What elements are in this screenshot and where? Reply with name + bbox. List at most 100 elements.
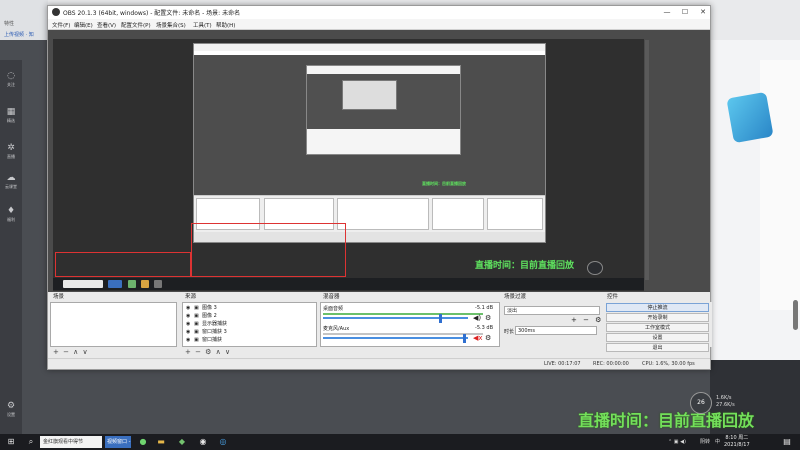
selection-box-center[interactable] xyxy=(191,223,346,277)
obs-window: OBS 20.1.3 (64bit, windows) - 配置文件: 未命名 … xyxy=(47,5,712,370)
window-title: OBS 20.1.3 (64bit, windows) - 配置文件: 未命名 … xyxy=(63,10,241,17)
volume-slider-handle[interactable] xyxy=(463,334,466,343)
background-app-rail: ◌ 关注 ▦ 精选 ✲ 直播 ☁ 云课堂 ♦ 福利 ⚙ 设置 xyxy=(0,60,22,435)
eye-icon[interactable]: ◉ xyxy=(186,336,194,344)
settings-icon: ⚙ xyxy=(6,401,16,411)
chat-app-icon[interactable]: ◆ xyxy=(177,437,187,447)
lock-icon[interactable]: ▣ xyxy=(194,336,202,344)
studio-mode-button[interactable]: 工作室模式 xyxy=(606,323,709,332)
scenes-list[interactable] xyxy=(50,302,177,347)
taskbar-search-box[interactable]: 金红旗观看中得节 xyxy=(40,436,102,448)
mixer-track-desktop: 桌面音频 -5.1 dB ◀) ⚙ xyxy=(323,305,499,327)
volume-slider-handle[interactable] xyxy=(439,314,442,323)
nested-mixer-dock xyxy=(337,198,429,230)
exit-button[interactable]: 退出 xyxy=(606,343,709,352)
sources-dock: 来源 ◉ ▣ 图像 3 ◉ ▣ 图像 2 ◉ ▣ 显示器捕获 ◉ ▣ 窗口捕获 3 ◉ ▣ 窗口捕获… xyxy=(182,292,317,358)
background-app-link[interactable]: 上传视频 · 知 xyxy=(4,31,34,38)
scenes-toolbar[interactable]: + − ∧ ∨ xyxy=(53,348,89,356)
stop-streaming-button[interactable]: 停止推流 xyxy=(606,303,709,312)
volume-slider[interactable] xyxy=(323,337,468,339)
rail-item-live[interactable]: ✲ 直播 xyxy=(0,142,22,172)
scenes-dock: 场景 + − ∧ ∨ xyxy=(50,292,177,358)
lock-icon[interactable]: ▣ xyxy=(194,312,202,320)
start-recording-button[interactable]: 开始录制 xyxy=(606,313,709,322)
gift-icon: ♦ xyxy=(6,206,16,216)
lock-icon[interactable]: ▣ xyxy=(194,328,202,336)
transition-select[interactable]: 淡出 xyxy=(504,306,600,315)
nested-preview: 直播时间：目前直播回放 xyxy=(194,55,545,195)
menu-file[interactable]: 文件(F) xyxy=(52,21,70,29)
close-button[interactable]: ✕ xyxy=(694,6,712,19)
folder-icon[interactable]: ▬ xyxy=(156,437,166,447)
controls-dock-title: 控件 xyxy=(607,294,619,300)
eye-icon[interactable]: ◉ xyxy=(186,304,194,312)
menu-profile[interactable]: 配置文件(P) xyxy=(121,21,151,29)
eye-icon[interactable]: ◉ xyxy=(186,328,194,336)
nested-obs-window-2 xyxy=(306,65,461,155)
menu-help[interactable]: 帮助(H) xyxy=(216,21,235,29)
upload-speed: 1.6K/s xyxy=(716,395,732,401)
notifications-icon[interactable]: ▤ xyxy=(782,437,792,447)
network-speed-badge: 26 xyxy=(690,392,712,414)
menu-view[interactable]: 查看(V) xyxy=(97,21,116,29)
start-icon[interactable]: ⊞ xyxy=(6,437,16,447)
track-db: -5.3 dB xyxy=(475,325,493,331)
captured-taskbar xyxy=(53,278,644,290)
preview-scrollbar[interactable] xyxy=(645,40,649,280)
clock-date: 2021/8/17 xyxy=(724,442,750,448)
preview-caption: 直播时间：目前直播回放 xyxy=(475,261,575,271)
sources-list[interactable]: ◉ ▣ 图像 3 ◉ ▣ 图像 2 ◉ ▣ 显示器捕获 ◉ ▣ 窗口捕获 3 ◉ ▣ 窗口捕获 xyxy=(182,302,317,347)
gear-icon[interactable]: ⚙ xyxy=(485,314,491,322)
menu-tools[interactable]: 工具(T) xyxy=(193,21,212,29)
source-item[interactable]: ◉ ▣ 窗口捕获 xyxy=(186,336,222,344)
stream-caption-overlay: 直播时间：目前直播回放 xyxy=(578,411,755,430)
background-scrollbar[interactable] xyxy=(793,300,798,330)
weather-label[interactable]: 阴转 xyxy=(700,436,710,448)
eye-icon[interactable]: ◉ xyxy=(186,312,194,320)
rail-item-settings[interactable]: ⚙ 设置 xyxy=(0,400,22,430)
muted-speaker-icon[interactable]: ◀x xyxy=(473,334,483,342)
nested-obs-window-3 xyxy=(342,80,397,110)
sources-toolbar[interactable]: + − ⚙ ∧ ∨ xyxy=(185,348,231,356)
source-item[interactable]: ◉ ▣ 显示器捕获 xyxy=(186,320,227,328)
minimize-button[interactable]: — xyxy=(658,6,676,19)
obs-taskbar-icon[interactable]: ◉ xyxy=(198,437,208,447)
input-language[interactable]: 中 xyxy=(715,436,720,448)
gear-icon: ✲ xyxy=(7,143,15,153)
rail-item-gift[interactable]: ♦ 福利 xyxy=(0,205,22,235)
obs-logo-icon xyxy=(52,8,60,16)
selection-box-left[interactable] xyxy=(55,252,191,277)
eye-icon[interactable]: ◉ xyxy=(186,320,194,328)
gear-icon[interactable]: ⚙ xyxy=(485,334,491,342)
taskbar-app-video[interactable]: 视频窗口 - 1 xyxy=(105,436,131,448)
speaker-icon[interactable]: ◀) xyxy=(473,314,481,322)
lock-icon[interactable]: ▣ xyxy=(194,304,202,312)
nested-title-bar xyxy=(194,44,545,51)
duration-input[interactable]: 300ms xyxy=(515,326,597,335)
search-icon[interactable]: ⌕ xyxy=(26,437,36,447)
transition-toolbar[interactable]: + − ⚙ xyxy=(571,316,603,324)
taskbar-clock[interactable]: 8:10 周二 2021/8/17 xyxy=(724,435,750,449)
source-item[interactable]: ◉ ▣ 图像 3 xyxy=(186,304,217,312)
tray-icons[interactable]: ⌃ ▣ ◀) xyxy=(668,436,686,448)
menu-edit[interactable]: 编辑(E) xyxy=(74,21,93,29)
rail-item-featured[interactable]: ▦ 精选 xyxy=(0,106,22,136)
browser-icon[interactable]: ◎ xyxy=(218,437,228,447)
source-item[interactable]: ◉ ▣ 图像 2 xyxy=(186,312,217,320)
wechat-icon[interactable]: ● xyxy=(138,437,148,447)
maximize-button[interactable]: ☐ xyxy=(676,6,694,19)
preview-area[interactable]: 直播时间：目前直播回放 直播时间：目前直播回放 xyxy=(48,30,710,292)
nested-obs-window: 直播时间：目前直播回放 xyxy=(193,43,546,243)
menu-scene-collection[interactable]: 场景集合(S) xyxy=(156,21,186,29)
lock-icon[interactable]: ▣ xyxy=(194,320,202,328)
settings-button[interactable]: 设置 xyxy=(606,333,709,342)
source-item[interactable]: ◉ ▣ 窗口捕获 3 xyxy=(186,328,227,336)
title-bar[interactable]: OBS 20.1.3 (64bit, windows) - 配置文件: 未命名 … xyxy=(48,6,710,19)
captured-app-chip xyxy=(108,280,122,288)
status-bar: LIVE: 00:17:07 REC: 00:00:00 CPU: 1.6%, … xyxy=(48,358,710,369)
volume-slider[interactable] xyxy=(323,317,468,319)
grid-icon: ▦ xyxy=(6,107,16,117)
rail-item-cloud[interactable]: ☁ 云课堂 xyxy=(0,172,22,202)
rail-item-follow[interactable]: ◌ 关注 xyxy=(0,70,22,100)
preview-canvas[interactable]: 直播时间：目前直播回放 直播时间：目前直播回放 xyxy=(53,39,644,291)
